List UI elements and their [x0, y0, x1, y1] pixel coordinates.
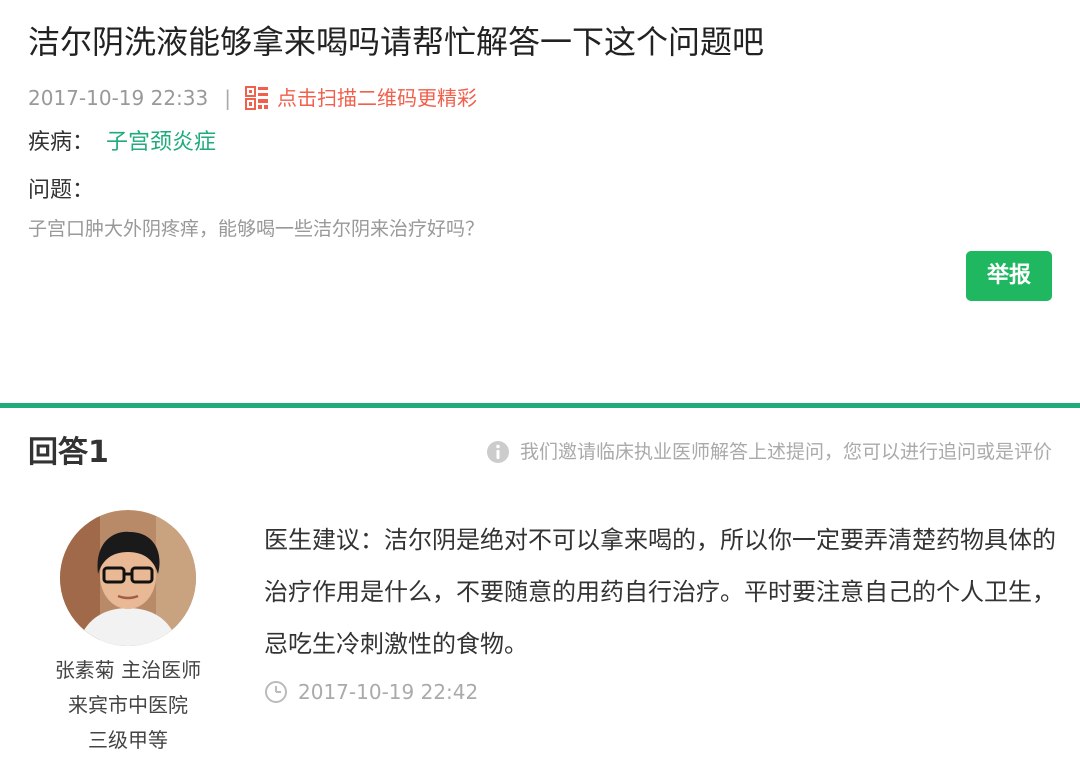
question-label: 问题： [28, 178, 95, 203]
section-divider [0, 403, 1080, 408]
meta-separator: | [224, 86, 231, 110]
disease-row: 疾病： 子宫颈炎症 [28, 126, 216, 160]
question-meta: 2017-10-19 22:33 | 点击扫描二维码更精彩 [28, 82, 477, 114]
answer-text: 医生建议：洁尔阴是绝对不可以拿来喝的，所以你一定要弄清楚药物具体的治疗作用是什么… [264, 526, 1056, 658]
report-button[interactable]: 举报 [966, 251, 1052, 301]
disease-label: 疾病： [28, 130, 95, 155]
doctor-avatar[interactable] [60, 510, 196, 646]
qr-code-link-label: 点击扫描二维码更精彩 [276, 86, 477, 110]
question-text: 子宫口肿大外阴疼痒，能够喝一些洁尔阴来治疗好吗？ [28, 218, 485, 240]
page: 洁尔阴洗液能够拿来喝吗请帮忙解答一下这个问题吧 2017-10-19 22:33… [0, 0, 1080, 769]
doctor-avatar-image [60, 510, 196, 646]
answer-note: 我们邀请临床执业医师解答上述提问，您可以进行追问或是评价 [486, 436, 1052, 468]
qr-code-link[interactable]: 点击扫描二维码更精彩 [244, 82, 477, 114]
question-title: 洁尔阴洗液能够拿来喝吗请帮忙解答一下这个问题吧 [28, 23, 765, 61]
doctor-name-title: 张素菊 主治医师 [54, 658, 202, 682]
answer-time: 2017-10-19 22:42 [298, 680, 479, 704]
doctor-hospital-level: 三级甲等 [88, 728, 168, 752]
clock-icon [265, 681, 287, 703]
answer-heading: 回答1 [28, 435, 109, 470]
answer-time-row: 2017-10-19 22:42 [264, 676, 478, 708]
question-date: 2017-10-19 22:33 [28, 86, 209, 110]
disease-link[interactable]: 子宫颈炎症 [106, 130, 216, 155]
info-icon [486, 441, 509, 463]
answer-note-text: 我们邀请临床执业医师解答上述提问，您可以进行追问或是评价 [519, 441, 1052, 463]
qr-code-icon [244, 86, 268, 110]
doctor-hospital: 来宾市中医院 [68, 693, 188, 717]
